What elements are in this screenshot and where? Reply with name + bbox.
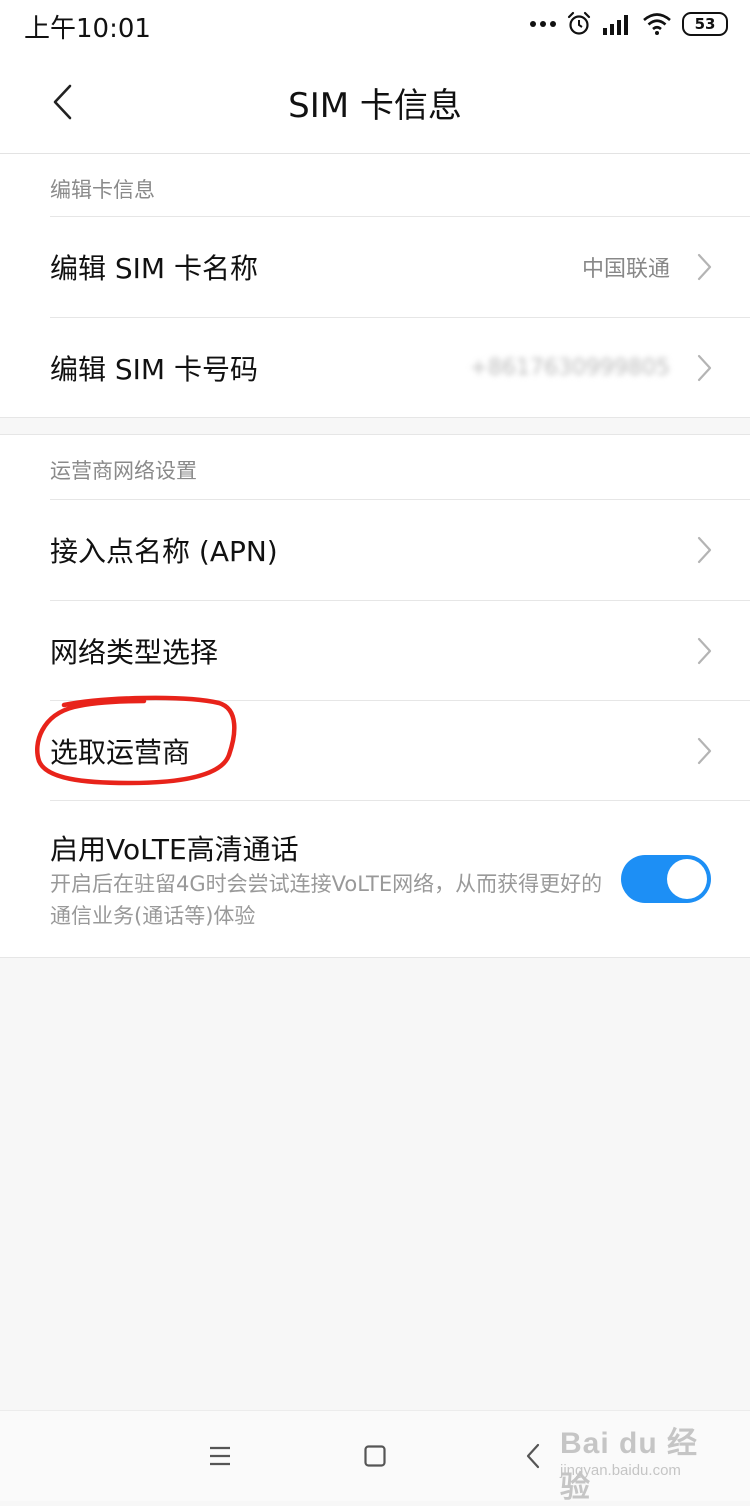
volte-description: 开启后在驻留4G时会尝试连接VoLTE网络，从而获得更好的通信业务(通话等)体验: [50, 872, 603, 928]
chevron-right-icon: [697, 253, 712, 281]
battery-icon: 53: [682, 12, 728, 36]
status-bar: 上午10:01 53: [0, 0, 750, 50]
status-time: 上午10:01: [24, 14, 151, 44]
row-network-type[interactable]: 网络类型选择: [0, 601, 750, 701]
row-label: 编辑 SIM 卡号码: [50, 353, 258, 386]
baidu-watermark-logo: Bai du 经验 jingyan.baidu.com: [560, 1418, 710, 1504]
section-label-carrier-network: 运营商网络设置: [50, 459, 197, 483]
wifi-icon: [643, 13, 671, 35]
row-label: 接入点名称 (APN): [50, 535, 278, 568]
chevron-right-icon: [697, 737, 712, 765]
page-title: SIM 卡信息: [288, 86, 462, 126]
home-button[interactable]: [358, 1439, 392, 1473]
row-value: 中国联通: [581, 257, 670, 282]
status-icons: 53: [530, 8, 728, 40]
edit-card-section: 编辑卡信息 编辑 SIM 卡名称 中国联通 编辑 SIM 卡号码 +861763…: [0, 154, 750, 418]
signal-icon: [603, 15, 628, 35]
toggle-knob: [667, 859, 707, 899]
row-apn[interactable]: 接入点名称 (APN): [0, 500, 750, 600]
row-edit-sim-name[interactable]: 编辑 SIM 卡名称 中国联通: [0, 217, 750, 317]
row-edit-sim-number[interactable]: 编辑 SIM 卡号码 +8617630999805: [0, 318, 750, 418]
alarm-icon: [567, 11, 591, 35]
menu-button[interactable]: [203, 1439, 237, 1473]
section-label-edit-card: 编辑卡信息: [50, 178, 155, 202]
volte-toggle[interactable]: [621, 855, 711, 903]
row-label: 编辑 SIM 卡名称: [50, 252, 258, 285]
row-label: 网络类型选择: [50, 636, 219, 669]
battery-level: 53: [694, 15, 716, 33]
back-icon: [526, 1443, 540, 1469]
menu-icon: [210, 1446, 230, 1466]
nav-back-button[interactable]: [516, 1439, 550, 1473]
more-dots-icon: [530, 21, 556, 27]
annotation-circle: [35, 695, 237, 786]
chevron-right-icon: [697, 354, 712, 382]
chevron-right-icon: [697, 637, 712, 665]
home-icon: [364, 1445, 386, 1467]
volte-title: 启用VoLTE高清通话: [50, 833, 299, 866]
row-value-blurred: +8617630999805: [469, 355, 670, 381]
watermark-subtext: jingyan.baidu.com: [560, 1462, 681, 1479]
divider: [50, 800, 750, 801]
chevron-right-icon: [697, 536, 712, 564]
